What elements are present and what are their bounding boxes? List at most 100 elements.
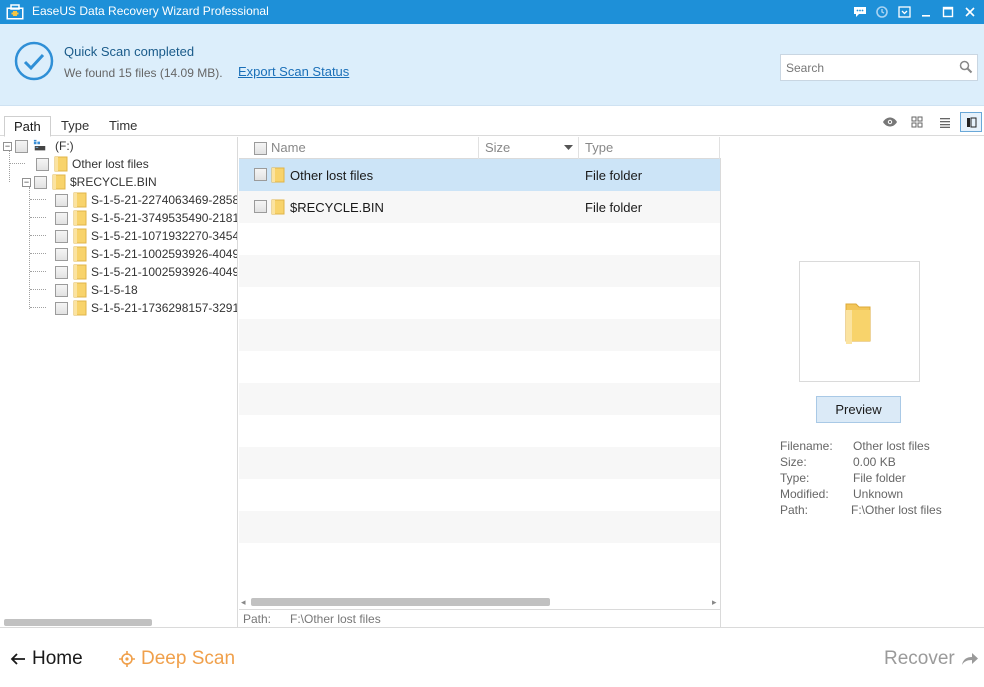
tree-item-label: S-1-5-21-1002593926-4049835	[91, 265, 237, 279]
scroll-right-arrow-icon[interactable]: ▸	[712, 597, 717, 608]
deep-scan-button[interactable]: Deep Scan	[119, 648, 235, 670]
checkbox[interactable]	[254, 168, 267, 181]
checkbox[interactable]	[55, 247, 68, 261]
recover-button-label: Recover	[884, 648, 955, 669]
file-name: Other lost files	[290, 168, 374, 183]
export-scan-status-link[interactable]: Export Scan Status	[238, 64, 349, 79]
path-value: F:\Other lost files	[290, 612, 381, 626]
info-value: 0.00 KB	[853, 455, 896, 469]
folder-icon	[73, 192, 87, 208]
file-type: File folder	[585, 168, 643, 183]
menu-icon[interactable]	[894, 2, 914, 22]
file-list-panel: Name Size Type Other lost files File fol…	[239, 137, 721, 627]
checkbox[interactable]	[254, 200, 267, 213]
search-input[interactable]	[781, 55, 951, 80]
minimize-icon[interactable]	[916, 2, 936, 22]
checkbox[interactable]	[55, 301, 68, 315]
file-row[interactable]: $RECYCLE.BIN File folder	[239, 191, 720, 223]
info-value: Unknown	[853, 487, 904, 501]
search-icon[interactable]	[959, 60, 973, 74]
folder-icon	[271, 167, 285, 183]
scan-status-header: Quick Scan completed We found 15 files (…	[0, 24, 984, 106]
checkbox[interactable]	[55, 265, 68, 279]
app-logo-icon	[6, 4, 24, 20]
recover-button[interactable]: Recover	[884, 648, 979, 670]
column-header-size[interactable]: Size	[479, 137, 579, 159]
info-label: Filename:	[780, 439, 833, 453]
tree-item-sid[interactable]: S-1-5-21-1736298157-3291567	[55, 299, 237, 317]
empty-row	[239, 319, 720, 351]
tree-item-other-lost-files[interactable]: Other lost files	[36, 155, 149, 173]
collapse-icon[interactable]: −	[22, 177, 31, 187]
preview-button[interactable]: Preview	[816, 396, 901, 423]
folder-tree-panel: − (F:) Other lost files − $RECYCLE.BIN S…	[0, 137, 238, 627]
tab-time[interactable]: Time	[100, 116, 146, 137]
folder-icon	[73, 282, 87, 298]
close-icon[interactable]	[960, 2, 980, 22]
info-label: Size:	[780, 455, 807, 469]
empty-row	[239, 511, 720, 543]
list-horizontal-scrollbar[interactable]	[251, 598, 550, 606]
tree-item-sid[interactable]: S-1-5-21-3749535490-2181147	[55, 209, 238, 227]
preview-thumbnail	[799, 261, 920, 382]
scroll-left-arrow-icon[interactable]: ◂	[241, 597, 246, 608]
tree-item-recycle-bin[interactable]: − $RECYCLE.BIN	[22, 173, 157, 191]
scan-status-title: Quick Scan completed	[64, 44, 195, 59]
folder-icon	[52, 174, 66, 190]
checkbox[interactable]	[15, 139, 28, 153]
sort-down-icon	[564, 145, 573, 150]
tab-path[interactable]: Path	[4, 116, 51, 137]
title-bar: EaseUS Data Recovery Wizard Professional	[0, 0, 984, 24]
info-value: F:\Other lost files	[851, 503, 942, 517]
tree-item-drive[interactable]: − (F:)	[3, 137, 74, 155]
tree-item-label: Other lost files	[72, 157, 149, 171]
checkbox[interactable]	[34, 175, 47, 189]
folder-icon	[73, 264, 87, 280]
checkbox[interactable]	[55, 229, 68, 243]
tree-horizontal-scrollbar[interactable]	[4, 619, 152, 626]
home-button[interactable]: Home	[10, 648, 83, 670]
checkbox[interactable]	[55, 283, 68, 297]
detail-view-icon[interactable]	[960, 112, 982, 132]
tree-item-sid[interactable]: S-1-5-21-2274063469-2858537	[55, 191, 237, 209]
empty-row	[239, 447, 720, 479]
tree-item-label: S-1-5-21-1736298157-3291567	[91, 301, 237, 315]
preview-toggle-icon[interactable]	[879, 112, 901, 132]
empty-row	[239, 415, 720, 447]
column-header-name[interactable]: Name	[239, 137, 479, 159]
scan-result-summary: We found 15 files (14.09 MB).	[64, 66, 223, 80]
list-view-icon[interactable]	[934, 112, 956, 132]
feedback-icon[interactable]	[850, 2, 870, 22]
checkbox[interactable]	[55, 193, 68, 207]
thumbnail-view-icon[interactable]	[906, 112, 928, 132]
tab-type[interactable]: Type	[52, 116, 98, 137]
footer-bar: Home Deep Scan Recover	[0, 627, 984, 687]
share-arrow-icon	[961, 653, 978, 665]
collapse-icon[interactable]: −	[3, 141, 12, 151]
info-label: Modified:	[780, 487, 829, 501]
folder-icon	[271, 199, 285, 215]
tree-item-sid[interactable]: S-1-5-21-1002593926-4049835	[55, 245, 237, 263]
folder-icon	[73, 228, 87, 244]
folder-icon	[73, 246, 87, 262]
column-header-size-label: Size	[485, 140, 511, 155]
maximize-icon[interactable]	[938, 2, 958, 22]
window-title: EaseUS Data Recovery Wizard Professional	[32, 4, 269, 18]
tree-item-sid[interactable]: S-1-5-21-1002593926-4049835	[55, 263, 237, 281]
scan-complete-check-icon	[14, 41, 54, 81]
file-row[interactable]: Other lost files File folder	[239, 159, 720, 191]
checkbox[interactable]	[55, 211, 68, 225]
view-tabs-bar: Path Type Time	[0, 106, 984, 137]
update-icon[interactable]	[872, 2, 892, 22]
empty-row	[239, 351, 720, 383]
info-label: Type:	[780, 471, 810, 485]
tree-item-sid[interactable]: S-1-5-21-1071932270-3454194	[55, 227, 237, 245]
home-button-label: Home	[32, 648, 83, 669]
tree-item-label: S-1-5-21-3749535490-2181147	[91, 211, 238, 225]
tree-item-label: (F:)	[55, 139, 74, 153]
folder-icon	[73, 300, 87, 316]
column-header-type[interactable]: Type	[579, 137, 720, 159]
path-status-bar: Path: F:\Other lost files	[239, 609, 721, 627]
checkbox[interactable]	[36, 157, 49, 171]
tree-item-sid[interactable]: S-1-5-18	[55, 281, 138, 299]
